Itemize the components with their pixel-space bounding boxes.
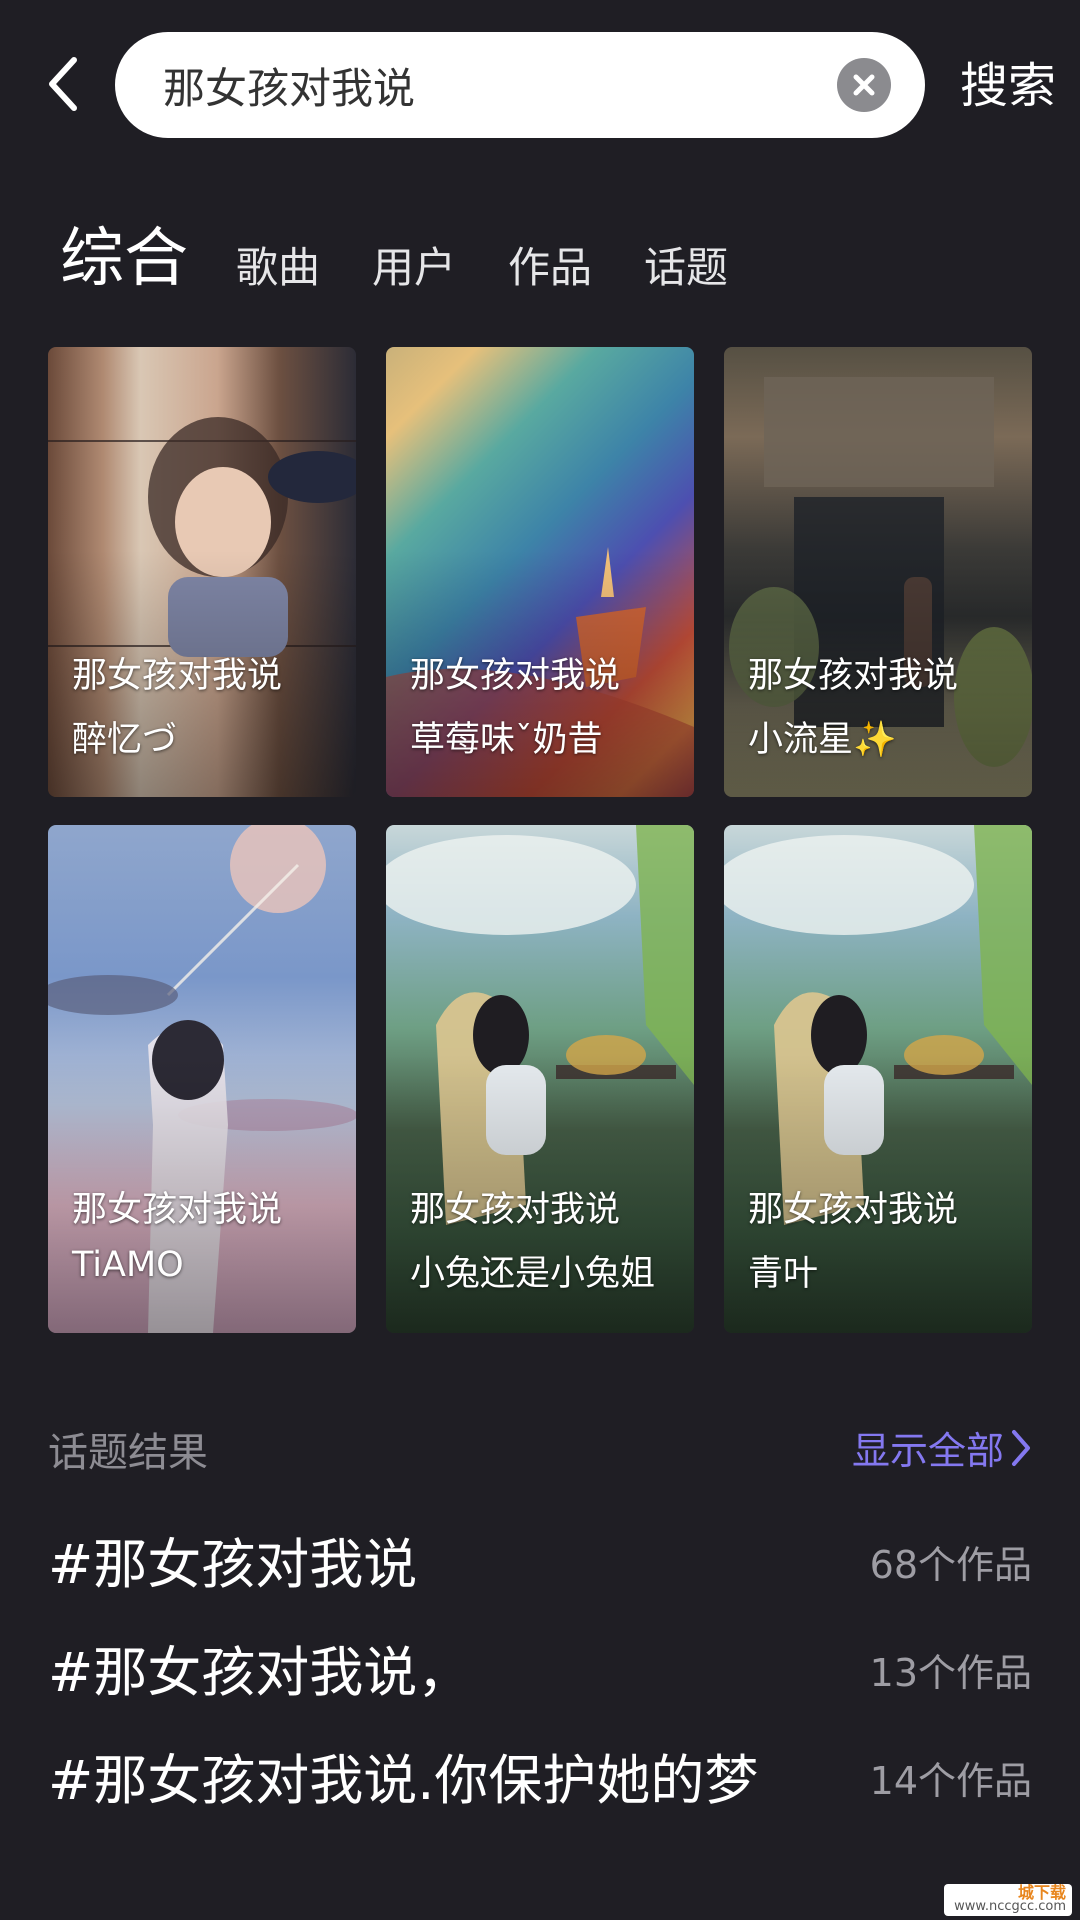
topic-item[interactable]: #那女孩对我说.你保护她的梦 14个作品 <box>48 1728 1032 1818</box>
work-title: 那女孩对我说 <box>748 656 959 696</box>
topic-name: #那女孩对我说， <box>48 1641 472 1704</box>
work-title: 那女孩对我说 <box>410 1190 621 1230</box>
work-author: 小流星✨ <box>748 720 897 760</box>
topic-count: 13个作品 <box>869 1651 1032 1695</box>
work-title: 那女孩对我说 <box>72 1190 283 1230</box>
work-card[interactable]: 那女孩对我说 TiAMO <box>48 825 356 1333</box>
show-all-label: 显示全部 <box>851 1429 1004 1473</box>
work-title: 那女孩对我说 <box>410 656 621 696</box>
topic-name: #那女孩对我说 <box>48 1533 418 1596</box>
chevron-right-icon <box>1012 1429 1030 1466</box>
work-author: 青叶 <box>748 1254 819 1294</box>
section-title: 话题结果 <box>48 1430 208 1476</box>
work-card[interactable]: 那女孩对我说 小兔还是小兔姐 <box>386 825 694 1333</box>
tab-songs[interactable]: 歌曲 <box>236 236 320 302</box>
show-all-link[interactable]: 显示全部 <box>852 1420 1032 1475</box>
topic-item[interactable]: #那女孩对我说 68个作品 <box>48 1512 1032 1602</box>
watermark-sub: www.nccgcc.com <box>954 1899 1066 1914</box>
tab-all[interactable]: 综合 <box>60 216 188 302</box>
work-card[interactable]: 那女孩对我说 青叶 <box>724 825 1032 1333</box>
clear-button[interactable] <box>837 58 891 112</box>
work-title: 那女孩对我说 <box>72 656 283 696</box>
work-author: 醉忆づ <box>72 720 178 760</box>
chevron-left-icon <box>49 57 77 111</box>
search-box <box>115 32 925 138</box>
search-button[interactable]: 搜索 <box>960 56 1056 116</box>
tab-users[interactable]: 用户 <box>372 236 456 302</box>
topic-item[interactable]: #那女孩对我说， 13个作品 <box>48 1620 1032 1710</box>
work-author: 草莓味ˇ奶昔 <box>410 720 603 760</box>
work-author: 小兔还是小兔姐 <box>410 1254 656 1294</box>
topic-name: #那女孩对我说.你保护她的梦 <box>48 1749 759 1812</box>
site-watermark: 城下载 www.nccgcc.com <box>944 1884 1072 1916</box>
search-input[interactable] <box>161 59 785 111</box>
category-tabs: 综合 歌曲 用户 作品 话题 <box>60 212 780 302</box>
back-button[interactable] <box>38 52 88 116</box>
work-author: TiAMO <box>72 1245 184 1285</box>
work-card[interactable]: 那女孩对我说 小流星✨ <box>724 347 1032 797</box>
tab-topics[interactable]: 话题 <box>644 236 728 302</box>
work-card[interactable]: 那女孩对我说 草莓味ˇ奶昔 <box>386 347 694 797</box>
close-icon <box>853 74 875 96</box>
tab-works[interactable]: 作品 <box>508 236 592 302</box>
work-title: 那女孩对我说 <box>748 1190 959 1230</box>
topic-results-header: 话题结果 显示全部 <box>48 1410 1032 1480</box>
work-card[interactable]: 那女孩对我说 醉忆づ <box>48 347 356 797</box>
watermark-main: 城下载 <box>1017 1883 1066 1902</box>
topic-count: 68个作品 <box>869 1543 1032 1587</box>
topic-count: 14个作品 <box>869 1759 1032 1803</box>
